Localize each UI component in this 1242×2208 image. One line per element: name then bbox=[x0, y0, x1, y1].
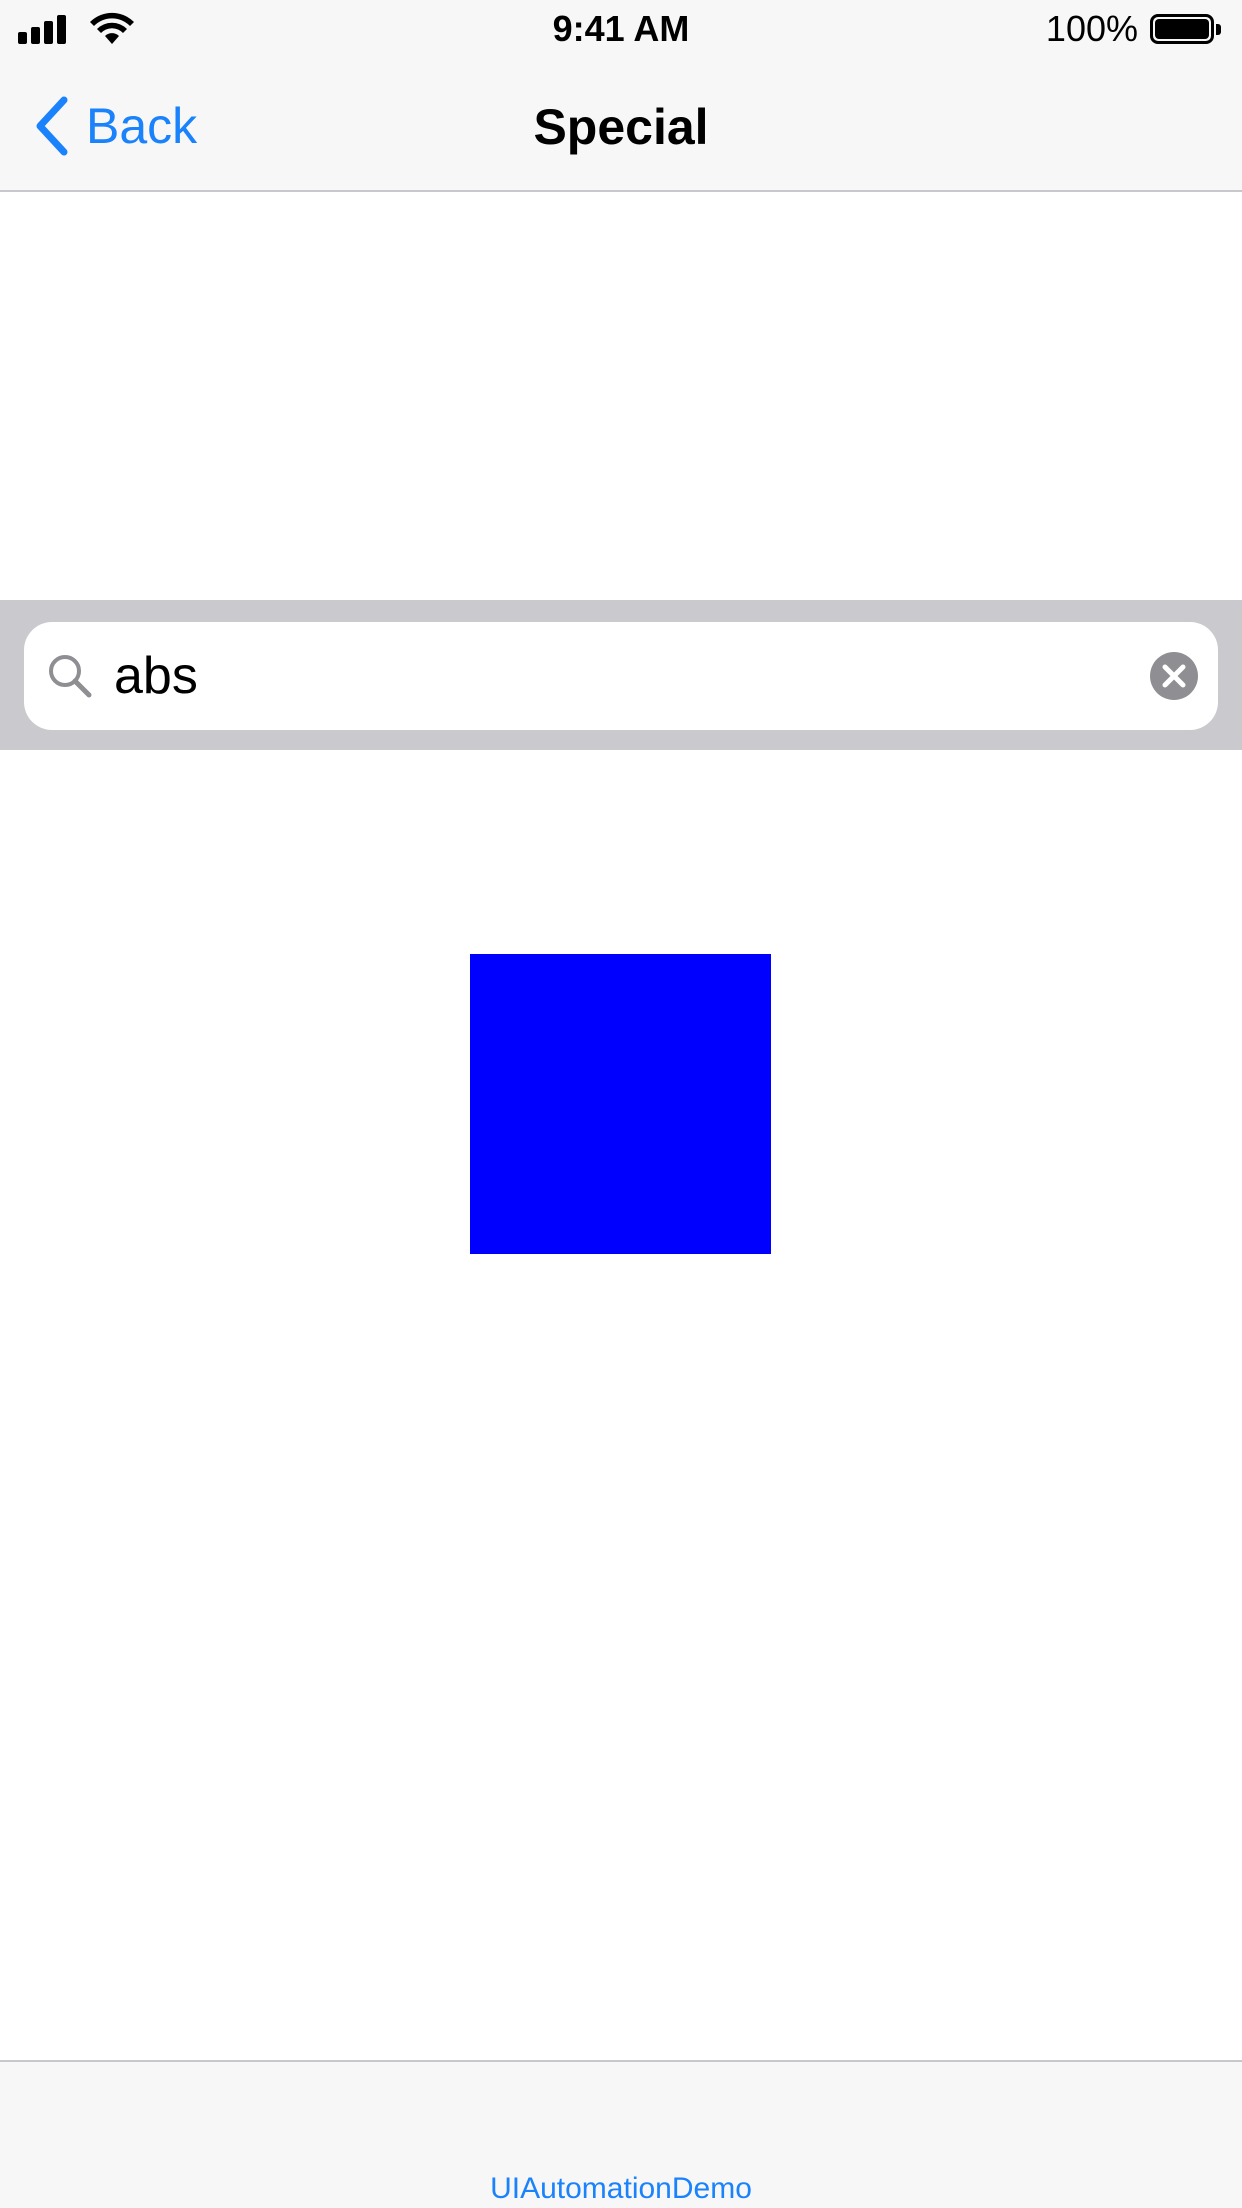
search-icon bbox=[49, 655, 92, 698]
tab-bar: UIAutomationDemo bbox=[0, 2060, 1242, 2208]
status-bar: 9:41 AM 100% bbox=[0, 0, 1242, 60]
search-input[interactable] bbox=[114, 646, 1114, 706]
blue-square-view bbox=[470, 954, 771, 1254]
search-bar bbox=[0, 600, 1242, 750]
navigation-bar: Back Special bbox=[0, 60, 1242, 192]
battery-icon bbox=[1150, 14, 1222, 46]
tab-uiautomationdemo[interactable]: UIAutomationDemo bbox=[0, 2172, 1242, 2206]
clear-icon[interactable] bbox=[1150, 652, 1198, 700]
search-field[interactable] bbox=[24, 622, 1218, 730]
page-title: Special bbox=[533, 99, 709, 155]
battery-percentage: 100% bbox=[1045, 8, 1138, 49]
